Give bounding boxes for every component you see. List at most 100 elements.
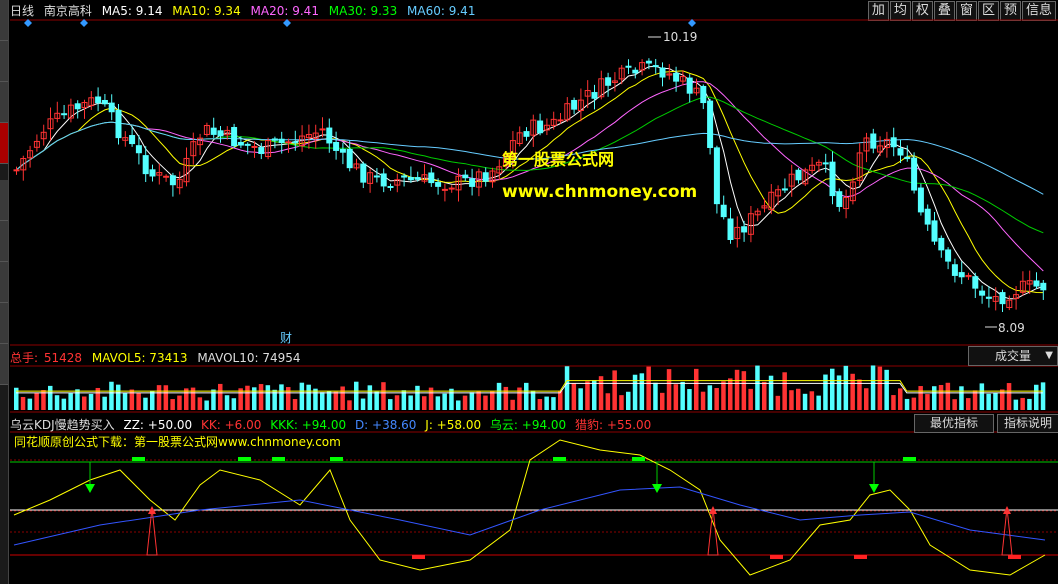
financial-event-marker[interactable]: 财 <box>280 331 292 345</box>
candle-body <box>917 187 924 213</box>
candle-body <box>645 60 652 64</box>
volume-bar <box>347 400 352 410</box>
volume-bar <box>1013 399 1019 410</box>
candle-body <box>686 77 693 94</box>
candle-body <box>938 237 945 251</box>
candle-body <box>414 177 421 180</box>
volume-bar <box>184 388 189 410</box>
watermark-title: 第一股票公式网 <box>502 150 615 169</box>
candle-body <box>387 185 394 188</box>
volume-bar <box>952 399 957 410</box>
candle-body <box>632 69 639 74</box>
volume-bar <box>680 381 685 410</box>
volume-bar <box>54 395 60 410</box>
candle-body <box>924 208 931 225</box>
volume-bar <box>360 398 366 410</box>
volume-bar <box>925 394 930 410</box>
candle-body <box>469 178 476 187</box>
volume-bar <box>469 392 475 410</box>
volume-bar <box>313 388 318 410</box>
volume-bar <box>700 391 706 410</box>
volume-bar <box>1040 382 1046 410</box>
candle-body <box>713 147 720 205</box>
volume-bar <box>721 381 726 410</box>
red-signal-dash <box>854 555 867 559</box>
volume-bar <box>326 391 332 410</box>
green-signal-dash <box>330 457 343 461</box>
volume-bar <box>551 397 556 410</box>
volume-bar <box>578 388 583 410</box>
indicator-description-button[interactable]: 指标说明 <box>997 414 1058 433</box>
volume-bar <box>666 369 672 410</box>
volume-select-value: 成交量 <box>995 349 1032 363</box>
volume-bar <box>197 397 203 410</box>
candle-body <box>448 187 455 190</box>
candle-body <box>435 182 442 187</box>
volume-bar <box>27 398 33 410</box>
candle-body <box>251 145 258 148</box>
volume-bar <box>143 397 148 410</box>
volume-bar <box>850 373 855 410</box>
volume-bar <box>279 384 284 410</box>
panel-separators <box>10 19 1058 556</box>
volume-bar <box>116 384 121 410</box>
volume-bar <box>136 392 141 410</box>
candle-body <box>605 77 612 86</box>
volume-indicator-select[interactable]: 成交量 ▼ <box>968 346 1058 366</box>
volume-bar <box>632 374 638 410</box>
candle-body <box>401 175 408 178</box>
volume-bars <box>14 365 1046 410</box>
volume-bar <box>156 385 162 410</box>
candle-body <box>870 133 877 149</box>
volume-bar <box>714 388 719 410</box>
volume-bar <box>660 392 665 410</box>
volume-bar <box>898 388 903 410</box>
volume-bar <box>258 384 264 410</box>
volume-bar <box>496 382 502 410</box>
volume-bar <box>918 386 923 410</box>
volume-bar <box>286 387 291 410</box>
indicator-wuyun: 乌云: +94.00 <box>489 418 567 432</box>
volume-bar <box>564 366 570 410</box>
volume-bar <box>218 383 223 410</box>
volume-bar <box>993 392 998 410</box>
volume-bar <box>415 385 420 410</box>
candle-body <box>326 127 333 144</box>
candlestick-chart[interactable]: 10.19 8.09 财 <box>0 0 1058 584</box>
volume-bar <box>571 383 577 410</box>
volume-bar <box>503 386 509 410</box>
candle-body <box>482 172 489 182</box>
volume-bar <box>245 385 250 410</box>
volume-bar <box>34 392 39 410</box>
candle-body <box>74 103 81 110</box>
watermark-url: www.chnmoney.com <box>502 182 698 202</box>
candle-body <box>292 141 299 144</box>
signal-markers <box>85 457 1021 559</box>
volume-bar <box>558 390 563 410</box>
volume-bar <box>177 395 182 410</box>
candle-body <box>1040 282 1047 291</box>
best-indicator-button[interactable]: 最优指标 <box>914 414 994 433</box>
indicator-name[interactable]: 乌云KDJ慢趋势买入 <box>10 418 115 432</box>
volume-bar <box>585 381 590 410</box>
volume-bar <box>88 393 94 410</box>
candle-body <box>428 172 435 184</box>
volume-bar <box>830 368 835 410</box>
candle-body <box>911 157 918 191</box>
volume-bar <box>374 391 379 410</box>
indicator-kk: KK: +6.00 <box>201 418 262 432</box>
volume-bar <box>381 382 386 410</box>
candle-body <box>108 102 115 113</box>
volume-bar <box>884 369 889 410</box>
volume-bar <box>150 390 155 410</box>
candle-body <box>135 145 142 154</box>
volume-bar <box>598 376 604 410</box>
candle-body <box>149 169 156 177</box>
green-signal-dash <box>903 457 916 461</box>
volume-bar <box>612 370 617 410</box>
indicator-liebao: 猎豹: +55.00 <box>575 418 652 432</box>
volume-bar <box>782 372 787 410</box>
volume-bar <box>408 395 413 410</box>
candle-body <box>258 147 265 155</box>
volume-bar <box>476 391 481 410</box>
